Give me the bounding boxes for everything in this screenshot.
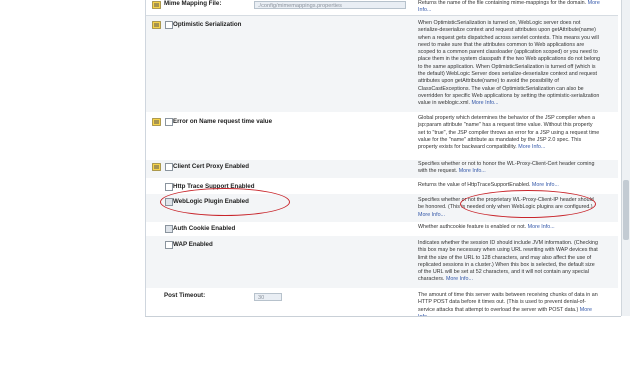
- settings-panel: Mime Mapping File: ./config/mimemappings…: [145, 0, 622, 316]
- setting-description: When OptimisticSerialization is turned o…: [418, 20, 600, 107]
- optimistic-serialization-checkbox[interactable]: [165, 21, 173, 29]
- http-trace-support-checkbox[interactable]: [165, 183, 173, 191]
- error-on-name-checkbox[interactable]: [165, 118, 173, 126]
- setting-description: The amount of time this server waits bet…: [418, 292, 600, 316]
- setting-row-post-timeout: Post Timeout: 30 The amount of time this…: [146, 290, 618, 316]
- client-cert-proxy-checkbox[interactable]: [165, 163, 173, 171]
- more-info-link[interactable]: More Info...: [471, 100, 498, 106]
- mime-mapping-file-field[interactable]: ./config/mimemappings.properties: [254, 1, 406, 9]
- more-info-link[interactable]: More Info...: [528, 224, 555, 230]
- info-icon[interactable]: [152, 118, 161, 126]
- more-info-link[interactable]: More Info...: [518, 144, 545, 150]
- info-icon[interactable]: [152, 21, 161, 29]
- setting-label: Post Timeout:: [164, 292, 206, 299]
- setting-description: Returns the value of HttpTraceSupportEna…: [418, 182, 559, 188]
- setting-row-mime-mapping-file: Mime Mapping File: ./config/mimemappings…: [146, 0, 618, 14]
- setting-row-client-cert-proxy: Client Cert Proxy Enabled Specifies whet…: [146, 160, 618, 178]
- setting-description: Indicates whether the session ID should …: [418, 240, 598, 283]
- setting-label: Error on Name request time value: [173, 118, 273, 125]
- setting-row-error-on-name: Error on Name request time value Global …: [146, 114, 618, 160]
- setting-description: Specifies whether or not to honor the WL…: [418, 161, 595, 175]
- post-timeout-field[interactable]: 30: [254, 293, 282, 301]
- scrollbar-thumb[interactable]: [623, 180, 629, 240]
- more-info-link[interactable]: More Info...: [418, 212, 445, 218]
- auth-cookie-checkbox[interactable]: [165, 225, 173, 233]
- setting-row-wap-enabled: WAP Enabled Indicates whether the sessio…: [146, 236, 618, 288]
- setting-description: Returns the name of the file containing …: [418, 0, 600, 14]
- more-info-link[interactable]: More Info...: [532, 182, 559, 188]
- info-icon[interactable]: [152, 1, 161, 9]
- vertical-scrollbar[interactable]: [621, 0, 630, 316]
- setting-label: Mime Mapping File:: [164, 0, 222, 7]
- setting-label: Client Cert Proxy Enabled: [173, 163, 249, 170]
- setting-label: Auth Cookie Enabled: [173, 225, 236, 232]
- setting-label: Optimistic Serialization: [173, 21, 242, 28]
- highlight-ellipse-weblogic-plugin: [160, 188, 290, 216]
- setting-label: WAP Enabled: [173, 241, 213, 248]
- setting-description: Global property which determines the beh…: [418, 115, 600, 151]
- more-info-link[interactable]: More Info...: [446, 276, 473, 282]
- highlight-ellipse-proxy-client-ip: [460, 190, 596, 218]
- setting-row-auth-cookie: Auth Cookie Enabled Whether authcookie f…: [146, 222, 618, 236]
- info-icon[interactable]: [152, 163, 161, 171]
- wap-enabled-checkbox[interactable]: [165, 241, 173, 249]
- setting-description: Whether authcookie feature is enabled or…: [418, 224, 555, 230]
- panel-bottom-border: [145, 316, 621, 317]
- more-info-link[interactable]: More Info...: [459, 168, 486, 174]
- setting-row-optimistic-serialization: Optimistic Serialization When Optimistic…: [146, 16, 618, 112]
